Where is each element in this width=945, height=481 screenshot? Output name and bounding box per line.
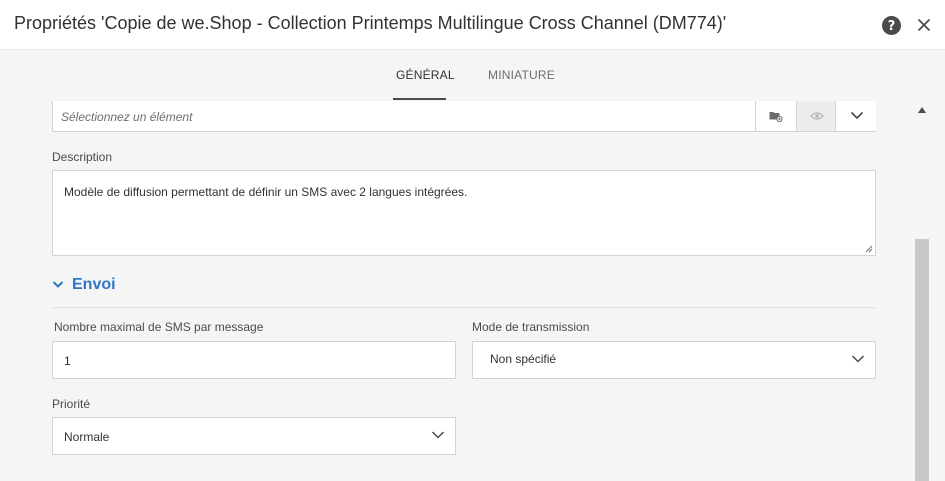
- description-label: Description: [52, 150, 113, 164]
- dialog-title: Propriétés 'Copie de we.Shop - Collectio…: [14, 13, 727, 33]
- priority-value: Normale: [64, 430, 110, 444]
- tab-bar: GÉNÉRAL MINIATURE: [0, 51, 945, 101]
- element-select-input[interactable]: Sélectionnez un élément: [61, 110, 192, 124]
- element-dropdown-button[interactable]: [835, 101, 876, 131]
- preview-button[interactable]: [796, 101, 835, 131]
- priority-select[interactable]: Normale: [52, 417, 456, 455]
- resize-handle-icon[interactable]: [865, 245, 873, 253]
- max-sms-input[interactable]: 1: [52, 341, 456, 379]
- eye-icon: [810, 112, 824, 120]
- priority-label: Priorité: [52, 397, 91, 411]
- dialog-header: Propriétés 'Copie de we.Shop - Collectio…: [0, 0, 945, 50]
- close-icon[interactable]: [916, 17, 932, 33]
- section-envoi-title: Envoi: [72, 276, 116, 293]
- chevron-down-icon: [431, 431, 445, 439]
- scroll-up-arrow-icon[interactable]: [918, 107, 926, 113]
- element-selector: Sélectionnez un élément: [52, 101, 876, 132]
- help-icon[interactable]: ?: [882, 16, 901, 35]
- browse-folder-button[interactable]: [755, 101, 796, 131]
- tab-general[interactable]: GÉNÉRAL: [396, 68, 455, 82]
- properties-dialog: Propriétés 'Copie de we.Shop - Collectio…: [0, 0, 945, 481]
- tab-miniature[interactable]: MINIATURE: [488, 68, 555, 82]
- svg-text:?: ?: [888, 19, 896, 34]
- max-sms-label: Nombre maximal de SMS par message: [54, 320, 264, 334]
- transmission-mode-select[interactable]: Non spécifié: [472, 341, 876, 379]
- transmission-mode-value: Non spécifié: [490, 352, 557, 366]
- form-content: Sélectionnez un élément Description Modè…: [18, 101, 915, 481]
- chevron-down-icon: [52, 281, 64, 288]
- chevron-down-icon: [850, 111, 864, 120]
- section-envoi-header[interactable]: Envoi: [52, 276, 876, 308]
- description-text: Modèle de diffusion permettant de défini…: [64, 185, 468, 199]
- chevron-down-icon: [851, 355, 865, 363]
- max-sms-value: 1: [64, 354, 71, 368]
- description-textarea[interactable]: Modèle de diffusion permettant de défini…: [52, 170, 876, 256]
- folder-icon: [769, 112, 783, 122]
- transmission-mode-label: Mode de transmission: [472, 320, 590, 334]
- scrollbar-thumb[interactable]: [915, 239, 929, 481]
- vertical-scrollbar[interactable]: [915, 101, 929, 481]
- active-tab-indicator: [393, 98, 446, 100]
